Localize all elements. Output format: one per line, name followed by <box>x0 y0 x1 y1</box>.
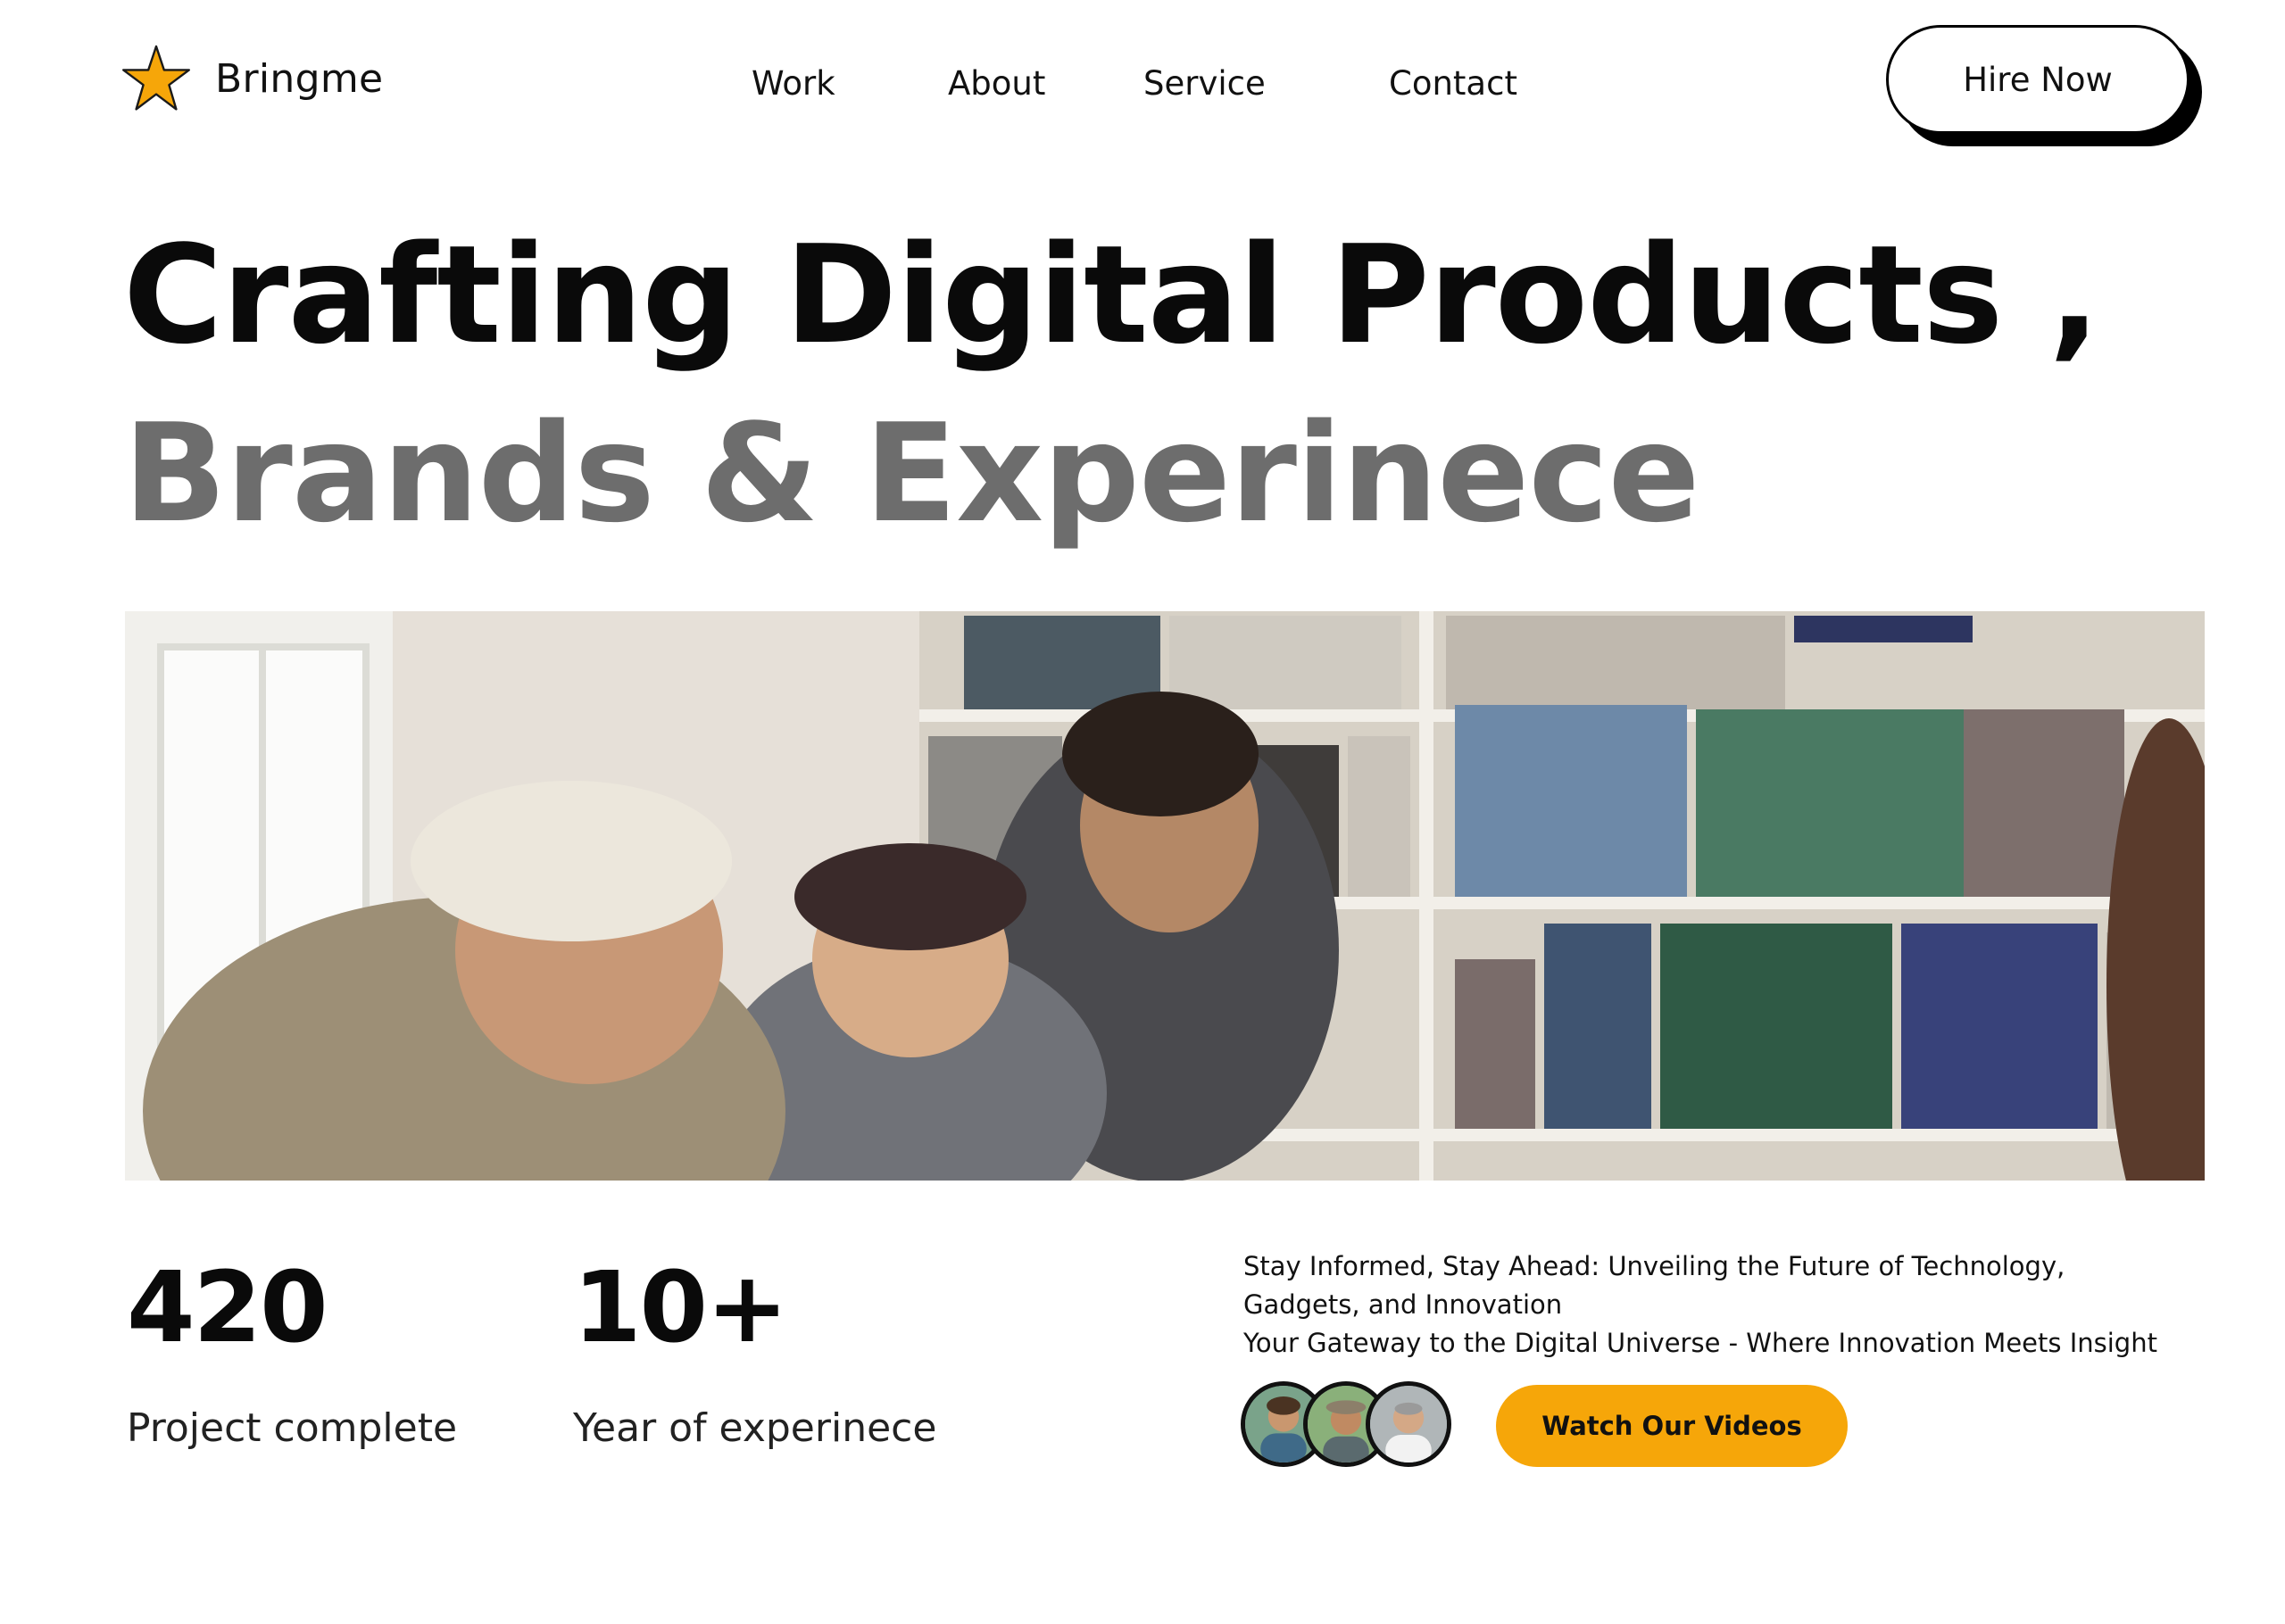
stat-projects-value: 420 <box>127 1250 328 1364</box>
stat-years-value: 10+ <box>573 1250 788 1364</box>
tagline-line-1: Stay Informed, Stay Ahead: Unveiling the… <box>1243 1251 2065 1320</box>
watch-videos-button[interactable]: Watch Our Videos <box>1496 1385 1848 1467</box>
nav-contact[interactable]: Contact <box>1389 64 1517 103</box>
hero-subheadline: Brands & Experinece <box>123 394 1700 552</box>
tagline-line-2: Your Gateway to the Digital Universe - W… <box>1243 1328 2157 1358</box>
avatar <box>1366 1381 1451 1467</box>
hero-team-photo <box>125 611 2205 1181</box>
star-icon <box>120 43 192 114</box>
brand-logo[interactable]: Bringme <box>120 43 383 114</box>
nav-work[interactable]: Work <box>752 64 835 103</box>
hero-headline: Crafting Digital Products , <box>123 216 2100 374</box>
avatar-group <box>1241 1381 1455 1471</box>
hire-now-button[interactable]: Hire Now <box>1886 25 2189 134</box>
stat-projects-label: Project complete <box>127 1405 458 1451</box>
brand-name: Bringme <box>215 55 384 102</box>
stat-years-label: Year of experinece <box>573 1405 937 1451</box>
tagline: Stay Informed, Stay Ahead: Unveiling the… <box>1243 1247 2189 1363</box>
hire-now-wrapper: Hire Now <box>1886 25 2205 146</box>
nav-about[interactable]: About <box>948 64 1045 103</box>
nav-service[interactable]: Service <box>1143 64 1266 103</box>
